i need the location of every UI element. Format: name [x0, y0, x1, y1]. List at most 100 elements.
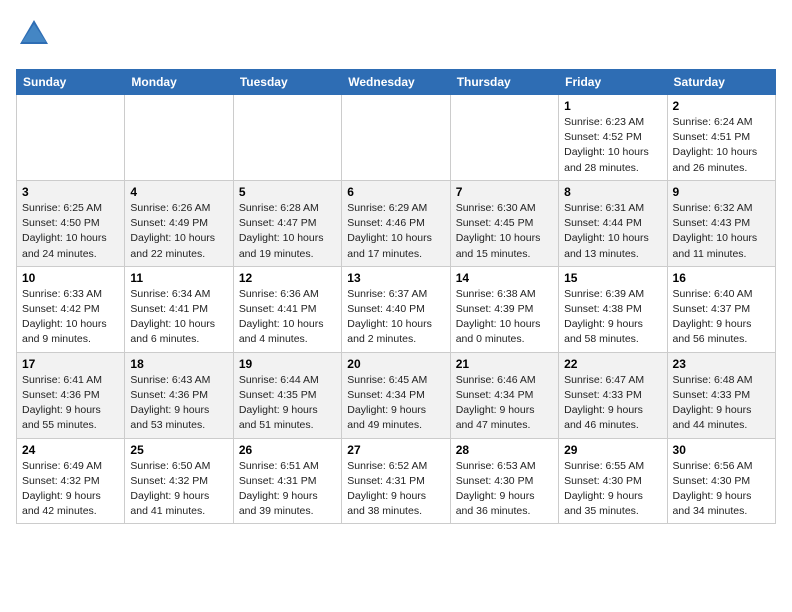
day-info: Sunrise: 6:49 AM Sunset: 4:32 PM Dayligh…: [22, 459, 119, 520]
day-number: 6: [347, 185, 444, 199]
day-number: 18: [130, 357, 227, 371]
calendar-cell: 18 Sunrise: 6:43 AM Sunset: 4:36 PM Dayli…: [125, 352, 233, 438]
day-info: Sunrise: 6:47 AM Sunset: 4:33 PM Dayligh…: [564, 373, 661, 434]
day-info: Sunrise: 6:40 AM Sunset: 4:37 PM Dayligh…: [673, 287, 770, 348]
day-number: 22: [564, 357, 661, 371]
day-number: 24: [22, 443, 119, 457]
calendar-cell: 17Sunrise: 6:41 AM Sunset: 4:36 PM Dayli…: [17, 352, 125, 438]
day-info: Sunrise: 6:38 AM Sunset: 4:39 PM Dayligh…: [456, 287, 553, 348]
calendar-cell: 4Sunrise: 6:26 AM Sunset: 4:49 PM Daylig…: [125, 180, 233, 266]
day-info: Sunrise: 6:48 AM Sunset: 4:33 PM Dayligh…: [673, 373, 770, 434]
calendar-cell: 21 Sunrise: 6:46 AM Sunset: 4:34 PM Dayli…: [450, 352, 558, 438]
calendar-cell: 30 Sunrise: 6:56 AM Sunset: 4:30 PM Dayli…: [667, 438, 775, 524]
calendar-cell: 22 Sunrise: 6:47 AM Sunset: 4:33 PM Dayli…: [559, 352, 667, 438]
day-number: 27: [347, 443, 444, 457]
calendar-table: SundayMondayTuesdayWednesdayThursdayFrid…: [16, 69, 776, 524]
day-info: Sunrise: 6:51 AM Sunset: 4:31 PM Dayligh…: [239, 459, 336, 520]
calendar-header-wednesday: Wednesday: [342, 70, 450, 95]
calendar-header-saturday: Saturday: [667, 70, 775, 95]
calendar-cell: 2 Sunrise: 6:24 AM Sunset: 4:51 PM Daylig…: [667, 95, 775, 181]
day-info: Sunrise: 6:53 AM Sunset: 4:30 PM Dayligh…: [456, 459, 553, 520]
calendar-cell: 20Sunrise: 6:45 AM Sunset: 4:34 PM Dayli…: [342, 352, 450, 438]
calendar-cell: 5 Sunrise: 6:28 AM Sunset: 4:47 PM Daylig…: [233, 180, 341, 266]
day-info: Sunrise: 6:23 AM Sunset: 4:52 PM Dayligh…: [564, 115, 661, 176]
day-info: Sunrise: 6:52 AM Sunset: 4:31 PM Dayligh…: [347, 459, 444, 520]
logo: [16, 16, 52, 57]
calendar-cell: [450, 95, 558, 181]
calendar-cell: 19 Sunrise: 6:44 AM Sunset: 4:35 PM Dayli…: [233, 352, 341, 438]
day-info: Sunrise: 6:39 AM Sunset: 4:38 PM Dayligh…: [564, 287, 661, 348]
day-number: 10: [22, 271, 119, 285]
day-number: 14: [456, 271, 553, 285]
calendar-week-4: 17Sunrise: 6:41 AM Sunset: 4:36 PM Dayli…: [17, 352, 776, 438]
calendar-cell: 25 Sunrise: 6:50 AM Sunset: 4:32 PM Dayli…: [125, 438, 233, 524]
calendar-cell: [125, 95, 233, 181]
calendar-week-1: 1 Sunrise: 6:23 AM Sunset: 4:52 PM Daylig…: [17, 95, 776, 181]
day-info: Sunrise: 6:50 AM Sunset: 4:32 PM Dayligh…: [130, 459, 227, 520]
calendar-cell: [233, 95, 341, 181]
day-number: 8: [564, 185, 661, 199]
day-number: 16: [673, 271, 770, 285]
day-number: 15: [564, 271, 661, 285]
day-number: 4: [130, 185, 227, 199]
calendar-cell: 11Sunrise: 6:34 AM Sunset: 4:41 PM Dayli…: [125, 266, 233, 352]
calendar-header-friday: Friday: [559, 70, 667, 95]
logo-icon: [16, 16, 52, 52]
calendar-cell: 9 Sunrise: 6:32 AM Sunset: 4:43 PM Daylig…: [667, 180, 775, 266]
calendar-cell: 28 Sunrise: 6:53 AM Sunset: 4:30 PM Dayli…: [450, 438, 558, 524]
calendar-header-sunday: Sunday: [17, 70, 125, 95]
calendar-cell: [17, 95, 125, 181]
calendar-header-thursday: Thursday: [450, 70, 558, 95]
day-number: 21: [456, 357, 553, 371]
calendar-cell: 10Sunrise: 6:33 AM Sunset: 4:42 PM Dayli…: [17, 266, 125, 352]
calendar-cell: 13Sunrise: 6:37 AM Sunset: 4:40 PM Dayli…: [342, 266, 450, 352]
day-info: Sunrise: 6:43 AM Sunset: 4:36 PM Dayligh…: [130, 373, 227, 434]
day-number: 25: [130, 443, 227, 457]
day-info: Sunrise: 6:32 AM Sunset: 4:43 PM Dayligh…: [673, 201, 770, 262]
day-number: 28: [456, 443, 553, 457]
day-number: 20: [347, 357, 444, 371]
calendar-cell: 29Sunrise: 6:55 AM Sunset: 4:30 PM Dayli…: [559, 438, 667, 524]
day-info: Sunrise: 6:44 AM Sunset: 4:35 PM Dayligh…: [239, 373, 336, 434]
day-number: 29: [564, 443, 661, 457]
day-number: 2: [673, 99, 770, 113]
day-number: 9: [673, 185, 770, 199]
day-info: Sunrise: 6:24 AM Sunset: 4:51 PM Dayligh…: [673, 115, 770, 176]
day-number: 17: [22, 357, 119, 371]
calendar-cell: 14 Sunrise: 6:38 AM Sunset: 4:39 PM Dayli…: [450, 266, 558, 352]
day-number: 13: [347, 271, 444, 285]
calendar-header-tuesday: Tuesday: [233, 70, 341, 95]
calendar-header-monday: Monday: [125, 70, 233, 95]
calendar-cell: 26 Sunrise: 6:51 AM Sunset: 4:31 PM Dayli…: [233, 438, 341, 524]
calendar-week-5: 24 Sunrise: 6:49 AM Sunset: 4:32 PM Dayli…: [17, 438, 776, 524]
day-number: 11: [130, 271, 227, 285]
day-number: 30: [673, 443, 770, 457]
calendar-cell: 27 Sunrise: 6:52 AM Sunset: 4:31 PM Dayli…: [342, 438, 450, 524]
day-number: 1: [564, 99, 661, 113]
calendar-cell: 8Sunrise: 6:31 AM Sunset: 4:44 PM Daylig…: [559, 180, 667, 266]
calendar-week-2: 3Sunrise: 6:25 AM Sunset: 4:50 PM Daylig…: [17, 180, 776, 266]
calendar-header-row: SundayMondayTuesdayWednesdayThursdayFrid…: [17, 70, 776, 95]
day-info: Sunrise: 6:46 AM Sunset: 4:34 PM Dayligh…: [456, 373, 553, 434]
calendar-cell: 3Sunrise: 6:25 AM Sunset: 4:50 PM Daylig…: [17, 180, 125, 266]
day-info: Sunrise: 6:29 AM Sunset: 4:46 PM Dayligh…: [347, 201, 444, 262]
calendar-week-3: 10Sunrise: 6:33 AM Sunset: 4:42 PM Dayli…: [17, 266, 776, 352]
calendar-cell: 23Sunrise: 6:48 AM Sunset: 4:33 PM Dayli…: [667, 352, 775, 438]
day-info: Sunrise: 6:25 AM Sunset: 4:50 PM Dayligh…: [22, 201, 119, 262]
day-info: Sunrise: 6:30 AM Sunset: 4:45 PM Dayligh…: [456, 201, 553, 262]
day-number: 5: [239, 185, 336, 199]
calendar-cell: 12Sunrise: 6:36 AM Sunset: 4:41 PM Dayli…: [233, 266, 341, 352]
day-number: 12: [239, 271, 336, 285]
calendar-cell: 24 Sunrise: 6:49 AM Sunset: 4:32 PM Dayli…: [17, 438, 125, 524]
calendar-cell: 7 Sunrise: 6:30 AM Sunset: 4:45 PM Daylig…: [450, 180, 558, 266]
page-header: [16, 16, 776, 57]
calendar-cell: [342, 95, 450, 181]
calendar-cell: 15 Sunrise: 6:39 AM Sunset: 4:38 PM Dayli…: [559, 266, 667, 352]
day-info: Sunrise: 6:56 AM Sunset: 4:30 PM Dayligh…: [673, 459, 770, 520]
day-number: 26: [239, 443, 336, 457]
day-info: Sunrise: 6:28 AM Sunset: 4:47 PM Dayligh…: [239, 201, 336, 262]
day-number: 19: [239, 357, 336, 371]
calendar-cell: 6 Sunrise: 6:29 AM Sunset: 4:46 PM Daylig…: [342, 180, 450, 266]
calendar-cell: 16 Sunrise: 6:40 AM Sunset: 4:37 PM Dayli…: [667, 266, 775, 352]
day-number: 7: [456, 185, 553, 199]
